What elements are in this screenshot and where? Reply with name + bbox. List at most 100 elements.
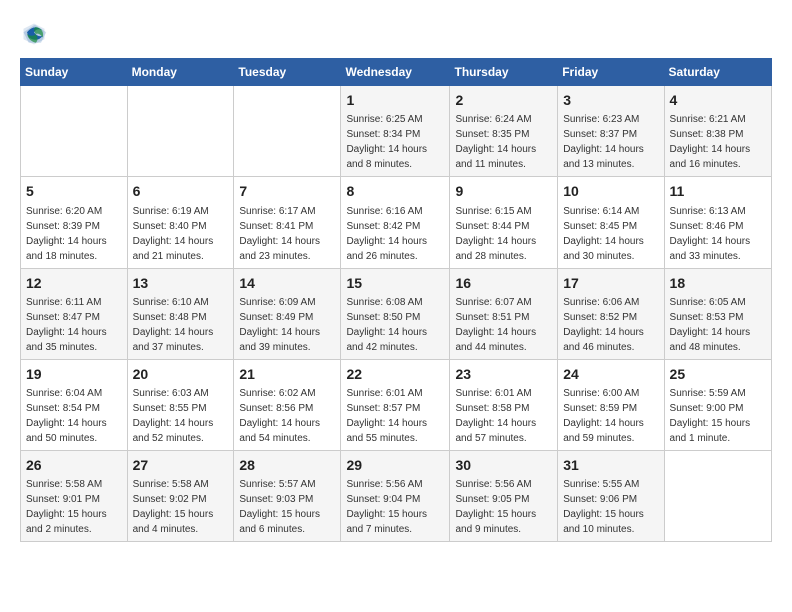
day-number: 8	[346, 181, 444, 201]
calendar-cell: 1Sunrise: 6:25 AMSunset: 8:34 PMDaylight…	[341, 86, 450, 177]
cell-info: Sunrise: 6:05 AMSunset: 8:53 PMDaylight:…	[670, 295, 766, 355]
page-header	[20, 20, 772, 48]
calendar-cell: 21Sunrise: 6:02 AMSunset: 8:56 PMDayligh…	[234, 359, 341, 450]
calendar-cell: 18Sunrise: 6:05 AMSunset: 8:53 PMDayligh…	[664, 268, 771, 359]
day-number: 11	[670, 181, 766, 201]
calendar-cell: 16Sunrise: 6:07 AMSunset: 8:51 PMDayligh…	[450, 268, 558, 359]
day-number: 29	[346, 455, 444, 475]
header-day-monday: Monday	[127, 59, 234, 86]
day-number: 16	[455, 273, 552, 293]
calendar-cell	[21, 86, 128, 177]
calendar-week-row: 1Sunrise: 6:25 AMSunset: 8:34 PMDaylight…	[21, 86, 772, 177]
cell-info: Sunrise: 6:00 AMSunset: 8:59 PMDaylight:…	[563, 386, 658, 446]
cell-info: Sunrise: 6:17 AMSunset: 8:41 PMDaylight:…	[239, 204, 335, 264]
day-number: 28	[239, 455, 335, 475]
calendar-cell: 24Sunrise: 6:00 AMSunset: 8:59 PMDayligh…	[558, 359, 664, 450]
cell-info: Sunrise: 6:20 AMSunset: 8:39 PMDaylight:…	[26, 204, 122, 264]
calendar-week-row: 12Sunrise: 6:11 AMSunset: 8:47 PMDayligh…	[21, 268, 772, 359]
cell-info: Sunrise: 6:07 AMSunset: 8:51 PMDaylight:…	[455, 295, 552, 355]
day-number: 24	[563, 364, 658, 384]
calendar-cell: 15Sunrise: 6:08 AMSunset: 8:50 PMDayligh…	[341, 268, 450, 359]
cell-info: Sunrise: 5:59 AMSunset: 9:00 PMDaylight:…	[670, 386, 766, 446]
cell-info: Sunrise: 6:04 AMSunset: 8:54 PMDaylight:…	[26, 386, 122, 446]
calendar-cell: 26Sunrise: 5:58 AMSunset: 9:01 PMDayligh…	[21, 451, 128, 542]
cell-info: Sunrise: 6:03 AMSunset: 8:55 PMDaylight:…	[133, 386, 229, 446]
cell-info: Sunrise: 5:58 AMSunset: 9:01 PMDaylight:…	[26, 477, 122, 537]
calendar-cell: 30Sunrise: 5:56 AMSunset: 9:05 PMDayligh…	[450, 451, 558, 542]
header-day-sunday: Sunday	[21, 59, 128, 86]
calendar-cell: 14Sunrise: 6:09 AMSunset: 8:49 PMDayligh…	[234, 268, 341, 359]
calendar-cell: 4Sunrise: 6:21 AMSunset: 8:38 PMDaylight…	[664, 86, 771, 177]
cell-info: Sunrise: 6:08 AMSunset: 8:50 PMDaylight:…	[346, 295, 444, 355]
calendar-cell: 20Sunrise: 6:03 AMSunset: 8:55 PMDayligh…	[127, 359, 234, 450]
cell-info: Sunrise: 6:02 AMSunset: 8:56 PMDaylight:…	[239, 386, 335, 446]
calendar-cell: 31Sunrise: 5:55 AMSunset: 9:06 PMDayligh…	[558, 451, 664, 542]
calendar-table: SundayMondayTuesdayWednesdayThursdayFrid…	[20, 58, 772, 542]
calendar-cell: 19Sunrise: 6:04 AMSunset: 8:54 PMDayligh…	[21, 359, 128, 450]
day-number: 20	[133, 364, 229, 384]
day-number: 7	[239, 181, 335, 201]
day-number: 31	[563, 455, 658, 475]
calendar-week-row: 26Sunrise: 5:58 AMSunset: 9:01 PMDayligh…	[21, 451, 772, 542]
day-number: 30	[455, 455, 552, 475]
calendar-cell: 23Sunrise: 6:01 AMSunset: 8:58 PMDayligh…	[450, 359, 558, 450]
day-number: 27	[133, 455, 229, 475]
header-day-thursday: Thursday	[450, 59, 558, 86]
day-number: 2	[455, 90, 552, 110]
calendar-cell: 12Sunrise: 6:11 AMSunset: 8:47 PMDayligh…	[21, 268, 128, 359]
calendar-week-row: 5 Sunrise: 6:20 AMSunset: 8:39 PMDaylight…	[21, 177, 772, 268]
cell-info: Sunrise: 6:25 AMSunset: 8:34 PMDaylight:…	[346, 112, 444, 172]
calendar-cell	[127, 86, 234, 177]
calendar-cell: 11 Sunrise: 6:13 AMSunset: 8:46 PMDayligh…	[664, 177, 771, 268]
calendar-cell: 2Sunrise: 6:24 AMSunset: 8:35 PMDaylight…	[450, 86, 558, 177]
cell-info: Sunrise: 6:09 AMSunset: 8:49 PMDaylight:…	[239, 295, 335, 355]
day-number: 1	[346, 90, 444, 110]
calendar-cell: 6 Sunrise: 6:19 AMSunset: 8:40 PMDaylight…	[127, 177, 234, 268]
cell-info: Sunrise: 6:24 AMSunset: 8:35 PMDaylight:…	[455, 112, 552, 172]
day-number: 21	[239, 364, 335, 384]
day-number: 10	[563, 181, 658, 201]
cell-info: Sunrise: 6:06 AMSunset: 8:52 PMDaylight:…	[563, 295, 658, 355]
day-number: 22	[346, 364, 444, 384]
day-number: 17	[563, 273, 658, 293]
cell-info: Sunrise: 6:01 AMSunset: 8:57 PMDaylight:…	[346, 386, 444, 446]
calendar-cell: 17Sunrise: 6:06 AMSunset: 8:52 PMDayligh…	[558, 268, 664, 359]
cell-info: Sunrise: 5:56 AMSunset: 9:05 PMDaylight:…	[455, 477, 552, 537]
calendar-cell: 22Sunrise: 6:01 AMSunset: 8:57 PMDayligh…	[341, 359, 450, 450]
calendar-cell: 5 Sunrise: 6:20 AMSunset: 8:39 PMDaylight…	[21, 177, 128, 268]
day-number: 26	[26, 455, 122, 475]
calendar-cell: 10 Sunrise: 6:14 AMSunset: 8:45 PMDayligh…	[558, 177, 664, 268]
cell-info: Sunrise: 6:14 AMSunset: 8:45 PMDaylight:…	[563, 204, 658, 264]
day-number: 3	[563, 90, 658, 110]
day-number: 23	[455, 364, 552, 384]
day-number: 5	[26, 181, 122, 201]
cell-info: Sunrise: 6:13 AMSunset: 8:46 PMDaylight:…	[670, 204, 766, 264]
calendar-week-row: 19Sunrise: 6:04 AMSunset: 8:54 PMDayligh…	[21, 359, 772, 450]
day-number: 9	[455, 181, 552, 201]
header-day-saturday: Saturday	[664, 59, 771, 86]
cell-info: Sunrise: 6:11 AMSunset: 8:47 PMDaylight:…	[26, 295, 122, 355]
day-number: 13	[133, 273, 229, 293]
calendar-cell	[234, 86, 341, 177]
cell-info: Sunrise: 6:23 AMSunset: 8:37 PMDaylight:…	[563, 112, 658, 172]
cell-info: Sunrise: 6:01 AMSunset: 8:58 PMDaylight:…	[455, 386, 552, 446]
cell-info: Sunrise: 6:15 AMSunset: 8:44 PMDaylight:…	[455, 204, 552, 264]
cell-info: Sunrise: 5:55 AMSunset: 9:06 PMDaylight:…	[563, 477, 658, 537]
header-day-wednesday: Wednesday	[341, 59, 450, 86]
logo-icon	[20, 20, 48, 48]
calendar-cell: 3Sunrise: 6:23 AMSunset: 8:37 PMDaylight…	[558, 86, 664, 177]
header-day-tuesday: Tuesday	[234, 59, 341, 86]
calendar-cell: 7 Sunrise: 6:17 AMSunset: 8:41 PMDaylight…	[234, 177, 341, 268]
cell-info: Sunrise: 5:56 AMSunset: 9:04 PMDaylight:…	[346, 477, 444, 537]
calendar-cell: 28Sunrise: 5:57 AMSunset: 9:03 PMDayligh…	[234, 451, 341, 542]
calendar-cell: 29Sunrise: 5:56 AMSunset: 9:04 PMDayligh…	[341, 451, 450, 542]
cell-info: Sunrise: 6:10 AMSunset: 8:48 PMDaylight:…	[133, 295, 229, 355]
logo	[20, 20, 52, 48]
cell-info: Sunrise: 5:57 AMSunset: 9:03 PMDaylight:…	[239, 477, 335, 537]
cell-info: Sunrise: 5:58 AMSunset: 9:02 PMDaylight:…	[133, 477, 229, 537]
day-number: 6	[133, 181, 229, 201]
calendar-cell: 27Sunrise: 5:58 AMSunset: 9:02 PMDayligh…	[127, 451, 234, 542]
calendar-cell	[664, 451, 771, 542]
cell-info: Sunrise: 6:19 AMSunset: 8:40 PMDaylight:…	[133, 204, 229, 264]
header-day-friday: Friday	[558, 59, 664, 86]
